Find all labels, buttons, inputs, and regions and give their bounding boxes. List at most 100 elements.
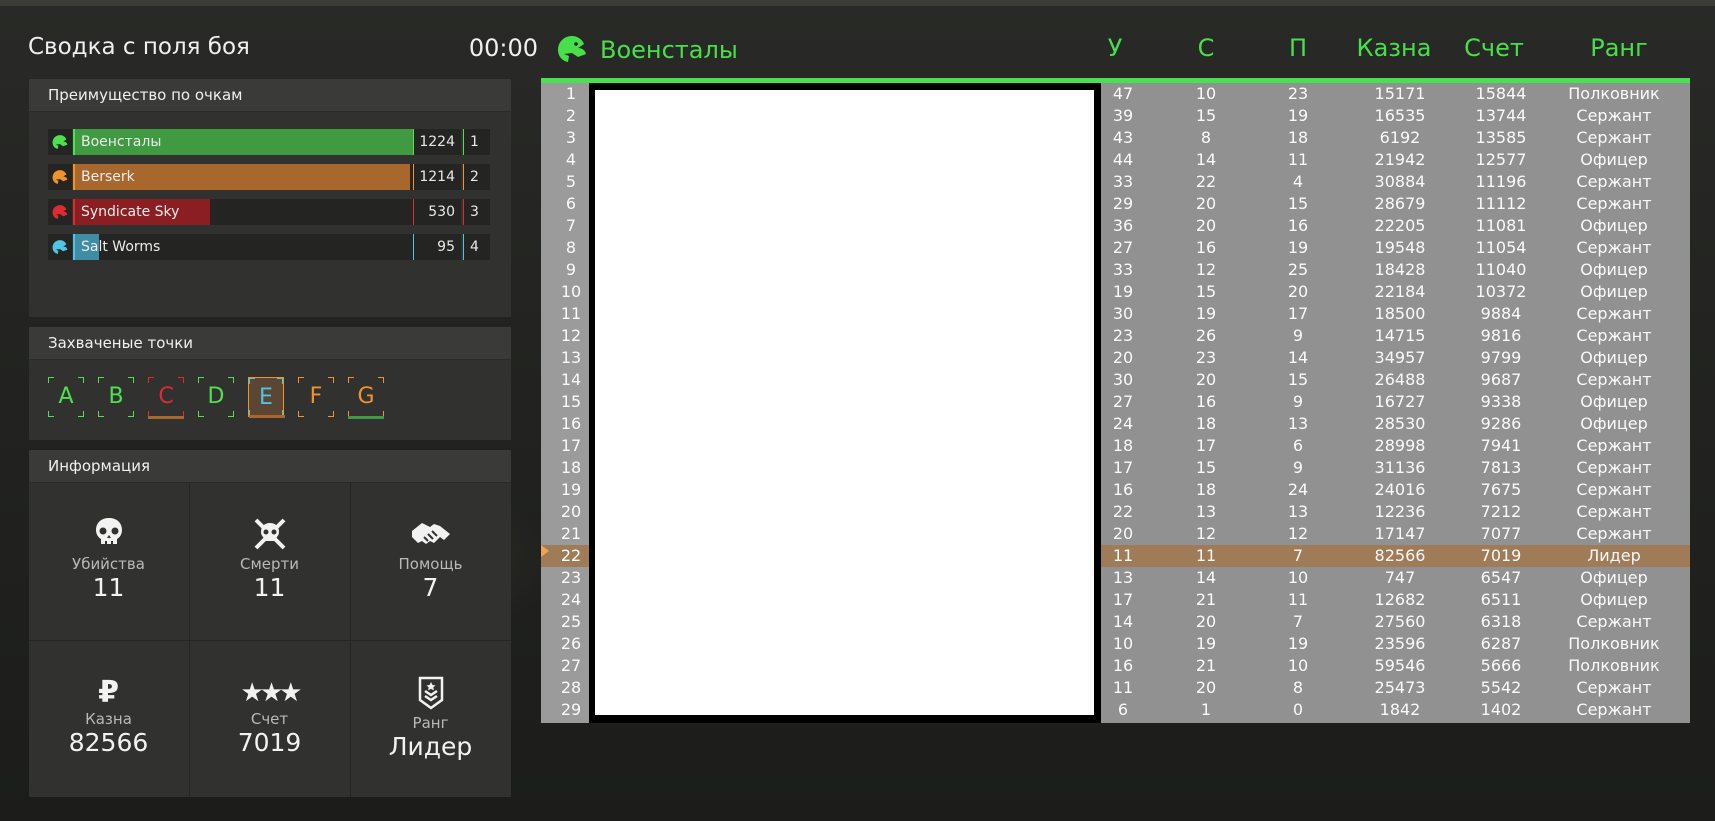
table-cell: Лидер (1587, 546, 1641, 565)
table-cell: 10372 (1475, 282, 1527, 301)
table-cell: 13 (1287, 502, 1309, 521)
table-cell: 18428 (1374, 260, 1426, 279)
corner-mark (48, 377, 54, 383)
table-cell: 36 (1112, 216, 1134, 235)
capture-point-c: C (148, 377, 184, 419)
table-cell: 7675 (1480, 480, 1522, 499)
eagle-icon (48, 234, 72, 260)
deaths-label: Смерти (239, 555, 300, 573)
ruble-icon: ₽ (98, 675, 119, 710)
table-cell: Сержант (1576, 194, 1652, 213)
table-cell: Офицер (1580, 260, 1648, 279)
table-cell: 16535 (1374, 106, 1426, 125)
table-cell: 11081 (1475, 216, 1527, 235)
team-place: 1 (463, 129, 490, 155)
col-treasury-header[interactable]: Казна (1346, 34, 1442, 62)
capture-point-letter: A (58, 384, 74, 409)
table-cell: 15171 (1374, 84, 1426, 103)
table-cell: 18 (1195, 480, 1217, 499)
deaths-value: 11 (253, 573, 286, 602)
table-cell: 19548 (1374, 238, 1426, 257)
table-cell: Сержант (1576, 458, 1652, 477)
table-cell: 7 (1292, 612, 1304, 631)
table-cell: 10 (1195, 84, 1217, 103)
table-cell: 18 (1195, 414, 1217, 433)
table-cell: Сержант (1576, 524, 1652, 543)
table-cell: 14 (1195, 568, 1217, 587)
table-cell: 21 (1195, 590, 1217, 609)
table-cell: 30884 (1374, 172, 1426, 191)
table-cell: 23596 (1374, 634, 1426, 653)
table-cell: 25 (1287, 260, 1309, 279)
table-cell: Офицер (1580, 348, 1648, 367)
team-place: 4 (463, 234, 490, 260)
table-cell: 4 (1292, 172, 1304, 191)
treasury-label: Казна (85, 710, 132, 728)
corner-mark (249, 378, 255, 384)
score-advantage-title: Преимущество по очкам (29, 79, 511, 112)
table-cell: 44 (1112, 150, 1134, 169)
table-cell: 10 (1287, 568, 1309, 587)
table-cell: 30 (1112, 370, 1134, 389)
table-cell: 12577 (1475, 150, 1527, 169)
table-cell: 17 (1112, 590, 1134, 609)
corner-mark (228, 411, 234, 417)
eagle-icon (48, 164, 72, 190)
table-cell: 33 (1112, 260, 1134, 279)
table-cell: 13 (1112, 568, 1134, 587)
table-cell: 23 (1195, 348, 1217, 367)
capture-point-letter: C (158, 384, 174, 409)
col-rank-header[interactable]: Ранг (1549, 34, 1689, 62)
col-assists-header[interactable]: П (1273, 34, 1323, 62)
table-cell: 0 (1292, 700, 1304, 719)
table-cell: Сержант (1576, 700, 1652, 719)
skull-crossbones-icon (190, 517, 349, 555)
table-cell: 11 (1195, 546, 1217, 565)
corner-mark (378, 377, 384, 383)
team-score-bar: Военсталы (73, 129, 413, 155)
corner-mark (328, 411, 334, 417)
col-deaths-header[interactable]: С (1181, 34, 1231, 62)
table-cell: 26 (1195, 326, 1217, 345)
table-cell: 9286 (1480, 414, 1522, 433)
corner-mark (98, 377, 104, 383)
capture-point-a: A (48, 377, 84, 417)
rank-stat: Ранг Лидер (351, 676, 510, 761)
score-value: 7019 (237, 728, 302, 757)
table-cell: Полковник (1568, 634, 1660, 653)
table-cell: 8 (1292, 678, 1304, 697)
table-cell: Офицер (1580, 216, 1648, 235)
table-cell: 16 (1112, 656, 1134, 675)
team-score-row: Syndicate Sky 530 3 (48, 199, 490, 225)
table-cell: 28530 (1374, 414, 1426, 433)
table-cell: 16727 (1374, 392, 1426, 411)
scoreboard-table: 1 47 10 23 15171 15844 Полковник 2 39 15 19 16535 13… (541, 83, 1690, 723)
table-cell: Сержант (1576, 502, 1652, 521)
table-cell: 9 (1292, 458, 1304, 477)
table-cell: 22 (1112, 502, 1134, 521)
table-cell: 30 (1112, 304, 1134, 323)
table-cell: 19 (1287, 238, 1309, 257)
col-score-header[interactable]: Счет (1449, 34, 1539, 62)
capture-point-letter: F (309, 384, 323, 409)
divider (29, 640, 511, 641)
eagle-icon (48, 129, 72, 155)
table-cell: 1842 (1379, 700, 1421, 719)
table-cell: 9816 (1480, 326, 1522, 345)
capture-progress-bar (148, 416, 184, 419)
table-cell: 9687 (1480, 370, 1522, 389)
info-title: Информация (29, 450, 511, 483)
corner-mark (148, 377, 154, 383)
score-advantage-panel: Преимущество по очкам Военсталы 1224 1 Bers… (29, 79, 511, 317)
team-score-bar: Berserk (73, 164, 413, 190)
corner-mark (198, 411, 204, 417)
skull-icon (29, 517, 188, 555)
table-cell: 59546 (1374, 656, 1426, 675)
table-cell: 6 (1292, 436, 1304, 455)
table-cell: 7813 (1480, 458, 1522, 477)
table-cell: Сержант (1576, 370, 1652, 389)
col-kills-header[interactable]: У (1090, 34, 1140, 62)
handshake-icon (351, 517, 510, 555)
table-cell: 20 (1195, 216, 1217, 235)
table-cell: 24 (1112, 414, 1134, 433)
